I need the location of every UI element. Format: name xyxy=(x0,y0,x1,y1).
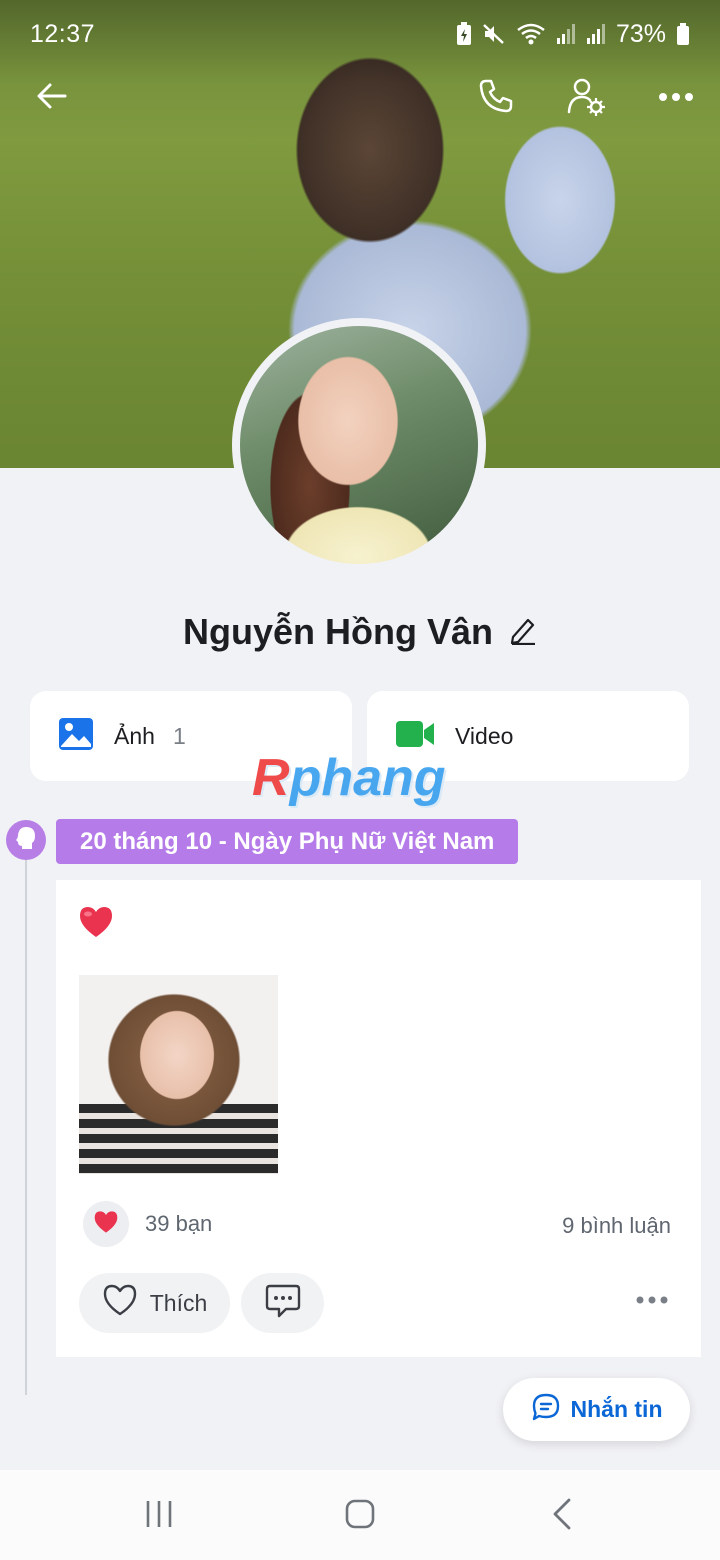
comment-button[interactable] xyxy=(241,1273,324,1333)
reaction-bubble xyxy=(83,1201,129,1247)
like-label: Thích xyxy=(149,1289,208,1316)
phone-icon xyxy=(477,77,515,120)
profile-settings-button[interactable] xyxy=(562,74,610,122)
chat-bubble-icon xyxy=(531,1392,561,1428)
more-options-button[interactable] xyxy=(652,74,700,122)
heart-outline-icon xyxy=(102,1283,138,1323)
profile-avatar[interactable] xyxy=(232,318,486,572)
watermark-logo: Rphang xyxy=(252,749,446,807)
status-time: 12:37 xyxy=(30,19,96,48)
more-icon xyxy=(658,89,694,107)
post-photo[interactable] xyxy=(79,975,278,1174)
timeline-line xyxy=(25,860,27,1395)
mute-icon xyxy=(482,22,506,46)
heart-emoji-icon xyxy=(78,905,114,944)
image-icon xyxy=(58,717,94,756)
event-tag: 20 tháng 10 - Ngày Phụ Nữ Việt Nam xyxy=(56,819,519,864)
system-navigation-bar xyxy=(0,1470,720,1560)
home-button[interactable] xyxy=(338,1494,382,1538)
profile-name: Nguyễn Hồng Vân xyxy=(182,611,493,652)
battery-icon xyxy=(676,22,690,46)
signal-icon xyxy=(586,22,606,46)
recents-button[interactable] xyxy=(137,1494,181,1538)
edit-name-button[interactable] xyxy=(509,615,537,650)
photos-label: Ảnh xyxy=(114,722,155,749)
signal-icon xyxy=(556,22,576,46)
message-button[interactable]: Nhắn tin xyxy=(503,1378,690,1441)
recents-icon xyxy=(144,1499,174,1534)
woman-profile-icon xyxy=(13,825,39,856)
post-card: 39 bạn 9 bình luận Thích xyxy=(56,880,701,1357)
profile-name-row: Nguyễn Hồng Vân xyxy=(0,604,720,660)
comment-icon xyxy=(264,1283,302,1324)
back-button[interactable] xyxy=(28,74,76,122)
avatar-image xyxy=(240,326,478,564)
back-arrow-icon xyxy=(34,78,70,119)
more-horizontal-icon xyxy=(635,1292,669,1309)
message-button-label: Nhắn tin xyxy=(570,1396,663,1422)
heart-icon xyxy=(93,1210,119,1239)
post-more-button[interactable] xyxy=(635,1292,669,1310)
wifi-icon xyxy=(516,22,546,46)
video-label: Video xyxy=(455,722,514,749)
user-settings-icon xyxy=(566,76,606,121)
timeline-dot xyxy=(6,820,46,860)
pencil-icon xyxy=(509,618,537,649)
system-back-button[interactable] xyxy=(540,1494,584,1538)
home-icon xyxy=(344,1498,376,1535)
like-button[interactable]: Thích xyxy=(79,1273,230,1333)
status-icons: 73% xyxy=(456,20,690,49)
reactions-count: 39 bạn xyxy=(145,1211,213,1236)
top-navigation xyxy=(0,68,720,128)
photos-count: 1 xyxy=(172,722,186,749)
system-back-icon xyxy=(550,1497,574,1536)
status-bar: 12:37 73% xyxy=(0,0,720,68)
battery-percent: 73% xyxy=(615,19,666,48)
comments-count[interactable]: 9 bình luận xyxy=(562,1213,671,1239)
battery-saver-icon xyxy=(456,22,472,46)
reactions-summary[interactable]: 39 bạn xyxy=(83,1201,212,1247)
call-button[interactable] xyxy=(472,74,520,122)
